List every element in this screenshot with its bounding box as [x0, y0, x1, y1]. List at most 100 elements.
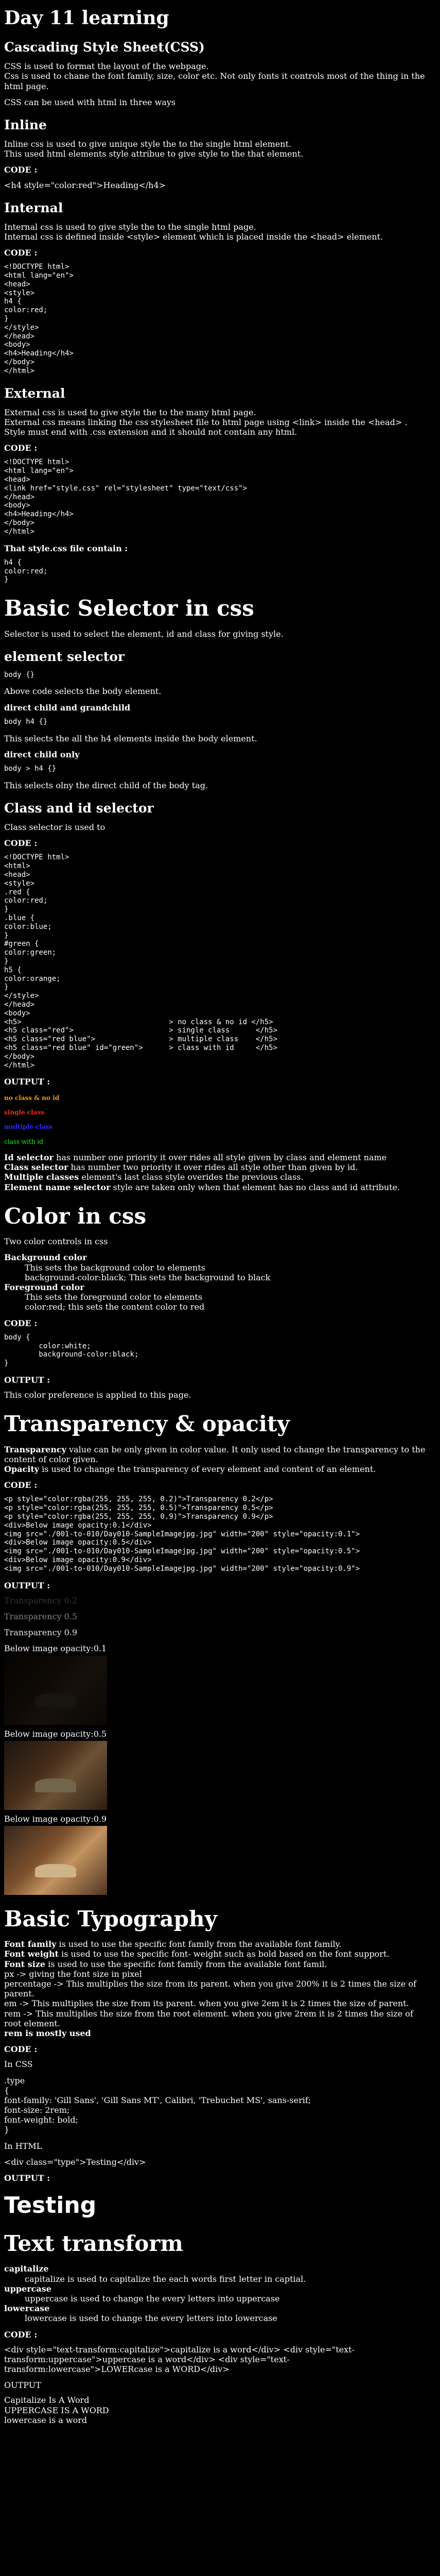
style-file-code: h4 { color:red; } — [4, 558, 48, 584]
in-html-label: In HTML — [4, 2141, 42, 2151]
uppercase-label: uppercase — [4, 2283, 51, 2294]
opacity-text: is used to change the transparency of ev… — [39, 1464, 376, 1475]
opacity-caption: Below image opacity:0.5 — [4, 1728, 107, 1739]
typography-term: Font weight — [4, 1949, 59, 1959]
class-id-rules: Id selector has number one priority it o… — [4, 1153, 428, 1192]
sample-image-opacity-01 — [4, 1655, 107, 1725]
external-heading: External — [4, 385, 65, 401]
typography-text: is used to use the specific font family … — [56, 1939, 342, 1950]
opacity-term: Opacity — [4, 1464, 39, 1475]
css-heading: Cascading Style Sheet(CSS) — [4, 40, 205, 55]
lowercase-label: lowercase — [4, 2303, 50, 2314]
typography-line: Font size is used to use the specific fo… — [4, 1959, 428, 1969]
typography-output: Testing — [4, 2192, 97, 2219]
element-selector-code: body {} — [4, 670, 35, 679]
internal-heading: Internal — [4, 200, 63, 215]
inline-code-label: CODE : — [4, 165, 38, 175]
external-code-label: CODE : — [4, 443, 38, 453]
transparency-line: Transparency value can be only given in … — [4, 1445, 428, 1464]
rule-text: style are taken only when that element h… — [110, 1182, 400, 1192]
element-selector-heading: element selector — [4, 649, 125, 664]
rule-line: Multiple classes element's last class st… — [4, 1172, 428, 1182]
direct-child-label: direct child only — [4, 749, 80, 759]
external-line: External css is used to give style the t… — [4, 407, 256, 417]
unit-line: px -> giving the font size in pixel — [4, 1969, 142, 1979]
color-output-label: OUTPUT : — [4, 1375, 50, 1385]
typography-output-label: OUTPUT : — [4, 2173, 50, 2183]
output-class-with-id: class with id — [4, 1138, 43, 1145]
element-selector-desc: Above code selects the body element. — [4, 686, 162, 697]
rule-line: Class selector has number two priority i… — [4, 1162, 428, 1172]
output-capitalize: capitalize is a word — [4, 2395, 90, 2405]
internal-line: Internal css is used to give style the t… — [4, 222, 256, 232]
direct-child-grandchild-desc: This selects the all the h4 elements ins… — [4, 733, 257, 743]
capitalize-label: capitalize — [4, 2264, 49, 2274]
uppercase-desc: uppercase is used to change the every le… — [25, 2293, 280, 2303]
external-code-block: <!DOCTYPE html> <html lang="en"> <head> … — [4, 458, 248, 536]
typography-heading: Basic Typography — [4, 1906, 217, 1931]
opacity-caption: Below image opacity:0.9 — [4, 1814, 107, 1824]
transparency-desc: Transparency value can be only given in … — [4, 1445, 428, 1475]
internal-desc: Internal css is used to give style the t… — [4, 222, 428, 242]
class-id-output-label: OUTPUT : — [4, 1077, 50, 1087]
transparency-text: value can be only given in color value. … — [4, 1444, 426, 1464]
fg-color-line: color:red; this sets the content color t… — [25, 1302, 205, 1312]
rule-text: element's last class style overides the … — [79, 1172, 304, 1182]
css-intro-line: CSS is used to format the layout of the … — [4, 61, 209, 72]
typography-text: is used to use the specific font- weight… — [59, 1949, 390, 1959]
inline-line: Inline css is used to give unique style … — [4, 139, 292, 149]
opacity-caption: Below image opacity:0.1 — [4, 1643, 107, 1654]
unit-line: em -> This multiplies the size from its … — [4, 1998, 409, 2009]
inline-code: <h4 style="color:red">Heading</h4> — [4, 180, 166, 190]
output-lowercase: LOWERcase is a WORD — [4, 2415, 87, 2425]
typography-code-label: CODE : — [4, 2044, 38, 2055]
internal-code-block: <!DOCTYPE html> <html lang="en"> <head> … — [4, 263, 74, 375]
class-id-intro: Class selector is used to — [4, 822, 105, 833]
inline-line: This used html elements style attribue t… — [4, 149, 304, 159]
text-transform-heading: Text transform — [4, 2231, 183, 2257]
color-code-label: CODE : — [4, 1318, 38, 1328]
transparency-output-09: Transparency 0.9 — [4, 1628, 78, 1638]
transparency-output-label: OUTPUT : — [4, 1580, 50, 1590]
fg-color-line: This sets the foreground color to elemen… — [25, 1292, 203, 1302]
typography-css-code: .type { font-family: 'Gill Sans', 'Gill … — [4, 2075, 311, 2135]
css-ways: CSS can be used with html in three ways — [4, 97, 176, 107]
fg-color-label: Foreground color — [4, 1282, 84, 1292]
rule-term: Element name selector — [4, 1182, 111, 1192]
typography-term: Font family — [4, 1939, 57, 1950]
inline-heading: Inline — [4, 117, 47, 132]
output-uppercase: uppercase is a word — [4, 2405, 109, 2415]
output-no-class: no class & no id — [4, 1094, 60, 1101]
page-title: Day 11 learning — [4, 7, 169, 29]
typography-term: Font size — [4, 1959, 46, 1969]
transparency-output-02: Transparency 0.2 — [4, 1595, 78, 1605]
rem-note: rem is mostly used — [4, 2028, 91, 2038]
rule-term: Multiple classes — [4, 1172, 79, 1182]
transparency-line: Opacity is used to change the transparen… — [4, 1464, 428, 1474]
rule-text: has number two priority it over rides al… — [68, 1162, 358, 1173]
lowercase-desc: lowercase is used to change the every le… — [25, 2313, 277, 2324]
bg-color-line: This sets the background color to elemen… — [25, 1262, 205, 1273]
style-file-label: That style.css file contain : — [4, 543, 128, 553]
sample-image-opacity-09 — [4, 1825, 107, 1895]
external-line: External css means linking the css style… — [4, 417, 408, 437]
class-id-code-label: CODE : — [4, 838, 38, 849]
transparency-term: Transparency — [4, 1444, 67, 1454]
in-css-label: In CSS — [4, 2059, 33, 2070]
basic-selector-intro: Selector is used to select the element, … — [4, 629, 284, 639]
color-heading: Color in css — [4, 1203, 147, 1229]
typography-line: Font weight is used to use the specific … — [4, 1949, 428, 1959]
color-details: Background color This sets the backgroun… — [4, 1252, 428, 1312]
transparency-heading: Transparency & opacity — [4, 1411, 290, 1437]
internal-line: Internal css is defined inside <style> e… — [4, 231, 383, 242]
typography-text: is used to use the specific font family … — [45, 1959, 327, 1969]
external-desc: External css is used to give style the t… — [4, 408, 428, 437]
rule-term: Id selector — [4, 1153, 54, 1163]
rule-term: Class selector — [4, 1162, 68, 1173]
direct-child-code: body > h4 {} — [4, 765, 57, 773]
capitalize-desc: capitalize is used to capitalize the eac… — [25, 2274, 306, 2284]
color-intro: Two color controls in css — [4, 1236, 108, 1247]
text-transform-code-label: CODE : — [4, 2329, 38, 2340]
direct-child-grandchild-code: body h4 {} — [4, 717, 48, 726]
sample-image-opacity-05 — [4, 1740, 107, 1810]
